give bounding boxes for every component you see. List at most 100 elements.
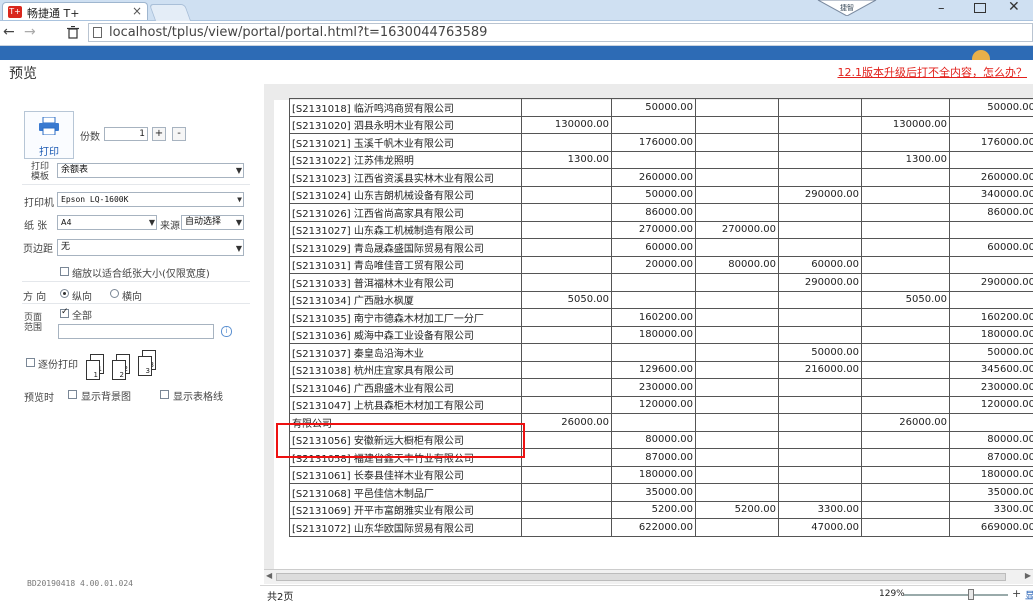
amount-cell: 290000.00 — [779, 274, 862, 292]
version-text: BD20190418 4.00.01.024 — [27, 579, 133, 588]
avatar[interactable] — [972, 50, 990, 60]
zoom-slider[interactable] — [904, 594, 1008, 596]
horizontal-scrollbar[interactable]: ◀ ▶ — [264, 569, 1033, 584]
amount-cell: 50000.00 — [612, 99, 696, 117]
amount-cell — [779, 169, 862, 187]
url-input[interactable]: localhost/tplus/view/portal/portal.html?… — [88, 23, 1033, 42]
amount-cell — [862, 134, 950, 152]
window-maximize-icon[interactable] — [974, 3, 986, 13]
collate-checkbox[interactable] — [26, 358, 35, 367]
zoom-level: 129% — [879, 589, 905, 599]
amount-cell — [779, 379, 862, 397]
margin-select[interactable]: 无 ▼ — [57, 239, 244, 256]
window-minimize-icon[interactable]: – — [938, 1, 945, 16]
amount-cell — [522, 204, 612, 222]
amount-cell — [696, 239, 779, 257]
amount-cell: 340000.00 — [950, 186, 1033, 204]
amount-cell: 80000.00 — [612, 431, 696, 449]
table-row: [S2131023] 江西省资溪县实林木业有限公司260000.00260000… — [290, 169, 1033, 187]
highlight-box — [276, 423, 525, 458]
back-icon[interactable]: ← — [3, 24, 15, 40]
amount-cell: 176000.00 — [950, 134, 1033, 152]
copies-input[interactable]: 1 — [104, 127, 148, 141]
template-select[interactable]: 余额表 ▼ — [57, 163, 244, 178]
chevron-down-icon: ▼ — [237, 193, 242, 206]
company-cell: [S2131024] 山东吉朗机械设备有限公司 — [290, 186, 522, 204]
amount-cell — [522, 169, 612, 187]
print-preview-area[interactable]: [S2131018] 临沂鸣鸿商贸有限公司50000.0050000.00[S2… — [264, 84, 1033, 569]
amount-cell — [522, 326, 612, 344]
fit-to-paper-checkbox[interactable] — [60, 267, 69, 276]
preview-time-label: 预览时 — [24, 389, 54, 404]
zoom-in-button[interactable]: + — [1012, 587, 1021, 600]
chevron-down-icon: ▼ — [236, 216, 242, 229]
scroll-left-icon[interactable]: ◀ — [266, 571, 272, 580]
amount-cell — [696, 344, 779, 362]
browser-tab-bar: T+ 畅捷通 T+ × 捷智 – ✕ — [0, 0, 1033, 21]
table-row: [S2131027] 山东森工机械制造有限公司270000.00270000.0… — [290, 221, 1033, 239]
amount-cell — [522, 221, 612, 239]
printer-select[interactable]: Epson LQ-1600K ▼ — [57, 192, 244, 207]
copies-decrement-button[interactable]: - — [172, 127, 186, 141]
show-grid-checkbox[interactable] — [160, 390, 169, 399]
amount-cell — [862, 239, 950, 257]
amount-cell — [696, 414, 779, 432]
table-row: [S2131033] 普洱福林木业有限公司 290000.00 290000.00 — [290, 274, 1033, 292]
company-cell: [S2131033] 普洱福林木业有限公司 — [290, 274, 522, 292]
show-background-checkbox[interactable] — [68, 390, 77, 399]
new-tab-button[interactable] — [149, 4, 191, 21]
shield-logo-icon: 捷智 — [816, 0, 878, 16]
margin-label: 页边距 — [23, 240, 53, 255]
company-cell: [S2131034] 广西融水枫厦 — [290, 291, 522, 309]
amount-cell — [696, 519, 779, 537]
amount-cell — [522, 379, 612, 397]
source-select[interactable]: 自动选择 ▼ — [181, 215, 244, 230]
amount-cell — [950, 151, 1033, 169]
amount-cell — [779, 151, 862, 169]
amount-cell — [522, 396, 612, 414]
amount-cell: 35000.00 — [612, 484, 696, 502]
landscape-radio[interactable] — [110, 289, 119, 298]
amount-cell: 86000.00 — [950, 204, 1033, 222]
amount-cell — [862, 484, 950, 502]
upgrade-help-link[interactable]: 12.1版本升级后打不全内容，怎么办？ — [838, 64, 1028, 80]
info-icon[interactable]: i — [221, 326, 232, 337]
amount-cell — [696, 484, 779, 502]
amount-cell — [696, 449, 779, 467]
zoom-slider-handle[interactable] — [968, 589, 974, 600]
amount-cell: 5200.00 — [612, 501, 696, 519]
amount-cell — [696, 134, 779, 152]
page-range-input[interactable] — [58, 324, 214, 339]
amount-cell — [696, 361, 779, 379]
paper-select[interactable]: A4 ▼ — [57, 215, 157, 230]
browser-tab[interactable]: T+ 畅捷通 T+ × — [2, 2, 148, 20]
company-cell: [S2131018] 临沂鸣鸿商贸有限公司 — [290, 99, 522, 117]
table-row: [S2131024] 山东吉朗机械设备有限公司50000.00290000.00… — [290, 186, 1033, 204]
amount-cell — [862, 326, 950, 344]
printer-label: 打印机 — [24, 194, 54, 209]
scroll-right-icon[interactable]: ▶ — [1025, 571, 1031, 580]
company-cell: [S2131068] 平邑佳信木制品厂 — [290, 484, 522, 502]
amount-cell — [522, 99, 612, 117]
amount-cell — [612, 274, 696, 292]
amount-cell: 35000.00 — [950, 484, 1033, 502]
collate-page-2-icon: 2 — [112, 360, 126, 380]
amount-cell — [696, 99, 779, 117]
trash-icon[interactable] — [67, 26, 79, 39]
collate-label: 逐份打印 — [38, 356, 78, 371]
all-pages-checkbox[interactable] — [60, 309, 69, 318]
amount-cell — [522, 431, 612, 449]
portrait-radio[interactable] — [60, 289, 69, 298]
show-grid-label: 显示表格线 — [173, 388, 223, 403]
window-close-icon[interactable]: ✕ — [1008, 0, 1020, 15]
scrollbar-thumb[interactable] — [276, 573, 1006, 581]
amount-cell — [862, 379, 950, 397]
print-button-label: 打印 — [25, 143, 73, 158]
forward-icon[interactable]: → — [24, 24, 36, 40]
display-button[interactable]: 显 — [1025, 587, 1033, 602]
amount-cell — [522, 274, 612, 292]
tab-close-icon[interactable]: × — [132, 4, 142, 18]
amount-cell: 290000.00 — [950, 274, 1033, 292]
print-button[interactable]: 打印 — [24, 111, 74, 159]
copies-increment-button[interactable]: + — [152, 127, 166, 141]
